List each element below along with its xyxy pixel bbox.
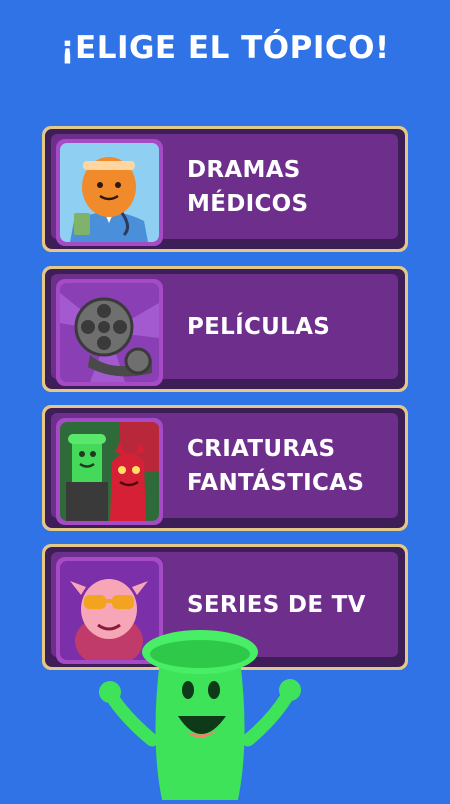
card-body: CRIATURAS FANTÁSTICAS [45,408,405,528]
card-face: PELÍCULAS [51,274,398,386]
topic-label-line1: PELÍCULAS [187,313,331,340]
topic-label-line2: MÉDICOS [187,190,309,217]
topic-label: CRIATURAS FANTÁSTICAS [187,413,407,518]
page-title: ¡ELIGE EL TÓPICO! [60,30,390,66]
mascot-character [80,620,320,800]
card-body: DRAMAS MÉDICOS [45,129,405,249]
card-face: DRAMAS MÉDICOS [51,134,398,246]
topic-label-line2: FANTÁSTICAS [187,469,365,496]
card-body: PELÍCULAS [45,269,405,389]
topic-card-criaturas-fantasticas[interactable]: CRIATURAS FANTÁSTICAS [42,405,408,531]
topic-label: PELÍCULAS [187,274,407,379]
doctor-egg-icon [60,143,159,242]
topic-label-line1: DRAMAS [187,156,301,183]
topic-card-peliculas[interactable]: PELÍCULAS [42,266,408,392]
topic-label-line1: CRIATURAS [187,435,336,462]
topic-card-dramas-medicos[interactable]: DRAMAS MÉDICOS [42,126,408,252]
thumbnail-frame [56,279,163,386]
monsters-icon [60,422,159,521]
topic-label: DRAMAS MÉDICOS [187,134,407,239]
thumbnail-frame [56,418,163,525]
topic-label-line1: SERIES DE TV [187,591,366,618]
thumbnail-frame [56,139,163,246]
card-face: CRIATURAS FANTÁSTICAS [51,413,398,525]
film-reel-icon [60,283,159,382]
